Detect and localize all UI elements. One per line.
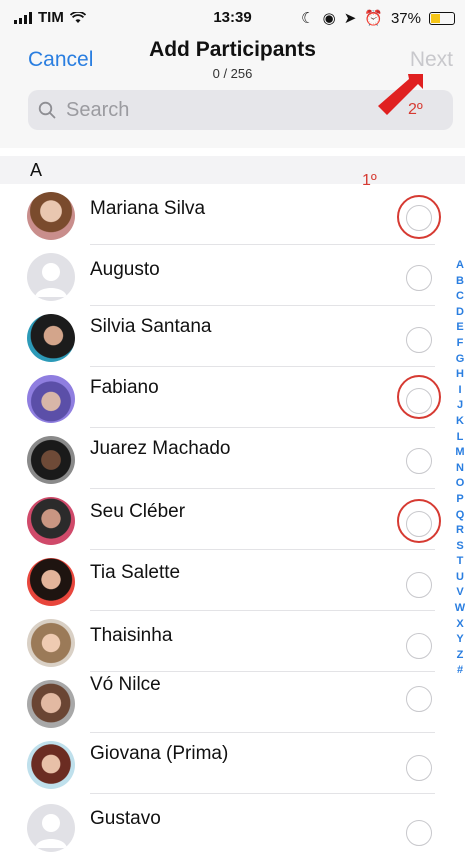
index-letter[interactable]: K bbox=[456, 414, 464, 430]
alphabet-index[interactable]: A B C D E F G H I J K L M N O P Q R S T … bbox=[453, 258, 465, 679]
contact-name: Gustavo bbox=[90, 808, 161, 829]
avatar bbox=[27, 741, 75, 789]
index-letter[interactable]: # bbox=[457, 663, 463, 679]
contact-name: Augusto bbox=[90, 259, 160, 280]
rotation-lock-icon: ◉ bbox=[322, 10, 336, 27]
index-letter[interactable]: H bbox=[456, 367, 464, 383]
select-radio[interactable] bbox=[406, 633, 432, 659]
avatar-placeholder bbox=[27, 253, 75, 301]
index-letter[interactable]: X bbox=[456, 617, 463, 633]
moon-icon: ☾ bbox=[301, 10, 315, 27]
index-letter[interactable]: I bbox=[458, 383, 461, 399]
index-letter[interactable]: C bbox=[456, 289, 464, 305]
annotation-circle bbox=[397, 195, 441, 239]
list-item[interactable]: Giovana (Prima) bbox=[0, 733, 465, 794]
index-letter[interactable]: A bbox=[456, 258, 464, 274]
index-letter[interactable]: G bbox=[456, 352, 465, 368]
contact-name: Fabiano bbox=[90, 377, 159, 398]
select-radio[interactable] bbox=[406, 755, 432, 781]
index-letter[interactable]: M bbox=[455, 445, 464, 461]
contact-name: Seu Cléber bbox=[90, 501, 186, 522]
index-letter[interactable]: F bbox=[457, 336, 464, 352]
battery-percent: 37% bbox=[390, 9, 421, 27]
alarm-icon: ⏰ bbox=[364, 10, 383, 27]
avatar bbox=[27, 436, 75, 484]
contact-name: Tia Salette bbox=[90, 562, 181, 583]
list-item[interactable]: Vó Nilce bbox=[0, 672, 465, 733]
avatar bbox=[27, 314, 75, 362]
battery-icon bbox=[429, 11, 455, 25]
page-title: Add Participants bbox=[149, 38, 316, 61]
index-letter[interactable]: B bbox=[456, 274, 464, 290]
search-icon bbox=[38, 101, 56, 119]
contact-name: Vó Nilce bbox=[90, 674, 161, 695]
avatar bbox=[27, 619, 75, 667]
list-item[interactable]: Silvia Santana bbox=[0, 306, 465, 367]
index-letter[interactable]: D bbox=[456, 305, 464, 321]
index-letter[interactable]: W bbox=[455, 601, 465, 617]
index-letter[interactable]: E bbox=[456, 320, 463, 336]
index-letter[interactable]: J bbox=[457, 398, 463, 414]
section-header-a: A bbox=[0, 156, 465, 184]
index-letter[interactable]: U bbox=[456, 570, 464, 586]
annotation-arrow-icon bbox=[378, 74, 423, 115]
status-right: ☾ ◉ ➤ ⏰ 37% bbox=[301, 9, 455, 27]
contact-list: Mariana Silva Augusto Silvia Santana Fab… bbox=[0, 184, 465, 855]
index-letter[interactable]: N bbox=[456, 461, 464, 477]
select-radio[interactable] bbox=[406, 686, 432, 712]
contact-name: Juarez Machado bbox=[90, 438, 231, 459]
list-item[interactable]: Gustavo bbox=[0, 794, 465, 855]
avatar bbox=[27, 497, 75, 545]
avatar bbox=[27, 375, 75, 423]
annotation-circle bbox=[397, 375, 441, 419]
list-item[interactable]: Thaisinha bbox=[0, 611, 465, 672]
index-letter[interactable]: S bbox=[456, 539, 463, 555]
index-letter[interactable]: O bbox=[456, 476, 465, 492]
select-radio[interactable] bbox=[406, 572, 432, 598]
index-letter[interactable]: Q bbox=[456, 508, 465, 524]
location-icon: ➤ bbox=[343, 10, 357, 27]
select-radio[interactable] bbox=[406, 820, 432, 846]
contact-name: Mariana Silva bbox=[90, 198, 206, 219]
select-radio[interactable] bbox=[406, 265, 432, 291]
index-letter[interactable]: Y bbox=[456, 632, 463, 648]
phone-screen: TIM 13:39 ☾ ◉ ➤ ⏰ 37% Cancel Add Partici… bbox=[0, 0, 465, 852]
avatar bbox=[27, 680, 75, 728]
list-item[interactable]: Fabiano bbox=[0, 367, 465, 428]
list-item[interactable]: Augusto bbox=[0, 245, 465, 306]
list-item[interactable]: Mariana Silva bbox=[0, 184, 465, 245]
next-button[interactable]: Next bbox=[410, 48, 453, 72]
annotation-circle bbox=[397, 499, 441, 543]
index-letter[interactable]: Z bbox=[457, 648, 464, 664]
avatar bbox=[27, 192, 75, 240]
select-radio[interactable] bbox=[406, 327, 432, 353]
avatar bbox=[27, 558, 75, 606]
list-item[interactable]: Juarez Machado bbox=[0, 428, 465, 489]
list-item[interactable]: Seu Cléber bbox=[0, 489, 465, 550]
divider bbox=[0, 148, 465, 156]
index-letter[interactable]: R bbox=[456, 523, 464, 539]
index-letter[interactable]: P bbox=[456, 492, 463, 508]
avatar-placeholder bbox=[27, 804, 75, 852]
list-item[interactable]: Tia Salette bbox=[0, 550, 465, 611]
contact-name: Silvia Santana bbox=[90, 316, 212, 337]
annotation-step-1: 1º bbox=[362, 172, 377, 189]
select-radio[interactable] bbox=[406, 448, 432, 474]
index-letter[interactable]: V bbox=[456, 585, 463, 601]
contact-name: Thaisinha bbox=[90, 625, 173, 646]
status-bar: TIM 13:39 ☾ ◉ ➤ ⏰ 37% bbox=[0, 0, 465, 36]
index-letter[interactable]: L bbox=[457, 430, 464, 446]
contact-name: Giovana (Prima) bbox=[90, 743, 229, 764]
index-letter[interactable]: T bbox=[457, 554, 464, 570]
